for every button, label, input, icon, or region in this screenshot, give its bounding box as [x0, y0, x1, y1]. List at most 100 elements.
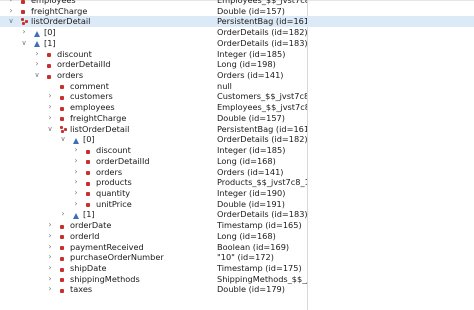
- variable-value: Orders (id=141): [217, 70, 284, 81]
- chevron-down-icon[interactable]: ∨: [59, 134, 67, 145]
- tree-row[interactable]: comment null: [0, 81, 474, 92]
- chevron-right-icon[interactable]: ›: [72, 167, 80, 178]
- chevron-right-icon[interactable]: ›: [20, 27, 28, 38]
- tree-row[interactable]: › purchaseOrderNumber "10" (id=172): [0, 252, 474, 263]
- variable-value: OrderDetails (id=182): [217, 27, 307, 38]
- field-icon: [86, 203, 90, 208]
- variable-name: shipDate: [70, 263, 107, 273]
- tree-row[interactable]: › discount Integer (id=185): [0, 49, 474, 60]
- tree-row[interactable]: › orderDate Timestamp (id=165): [0, 220, 474, 231]
- variable-value: Customers_$$_jvst7c8_3: [217, 91, 307, 102]
- collection-dot: [61, 129, 64, 133]
- collection-dot: [22, 22, 25, 26]
- tree-row[interactable]: ∨ [1] OrderDetails (id=183): [0, 38, 474, 49]
- tree-row[interactable]: › orders Orders (id=141): [0, 167, 474, 178]
- chevron-down-icon[interactable]: ∨: [20, 38, 28, 49]
- variable-value: Products_$$_jvst7c8_1 (id: [217, 177, 307, 188]
- chevron-right-icon[interactable]: ›: [72, 188, 80, 199]
- tree-row[interactable]: › shippingMethods ShippingMethods_$$_jvst.…: [0, 274, 474, 285]
- chevron-right-icon[interactable]: ›: [46, 274, 54, 285]
- chevron-right-icon[interactable]: ›: [46, 284, 54, 295]
- tree-row[interactable]: › taxes Double (id=179): [0, 284, 474, 295]
- tree-row[interactable]: › products Products_$$_jvst7c8_1 (id: [0, 177, 474, 188]
- chevron-right-icon[interactable]: ›: [72, 199, 80, 210]
- chevron-right-icon[interactable]: ›: [46, 263, 54, 274]
- field-icon: [60, 95, 64, 100]
- field-icon: [60, 85, 64, 90]
- tree-row[interactable]: › [0] OrderDetails (id=182): [0, 27, 474, 38]
- chevron-right-icon[interactable]: ›: [59, 209, 67, 220]
- field-icon: [60, 246, 64, 251]
- tree-row[interactable]: › [1] OrderDetails (id=183): [0, 209, 474, 220]
- chevron-right-icon[interactable]: ›: [72, 177, 80, 188]
- chevron-right-icon[interactable]: ›: [46, 91, 54, 102]
- chevron-right-icon[interactable]: ›: [46, 220, 54, 231]
- chevron-right-icon[interactable]: ›: [46, 102, 54, 113]
- variable-name: discount: [96, 145, 131, 156]
- field-icon: [60, 235, 64, 240]
- tree-row[interactable]: › paymentReceived Boolean (id=169): [0, 242, 474, 253]
- variable-value: "10" (id=172): [217, 252, 274, 263]
- tree-row[interactable]: ∨ orders Orders (id=141): [0, 70, 474, 81]
- variable-name: orderDate: [70, 220, 112, 231]
- chevron-right-icon[interactable]: ›: [33, 49, 41, 60]
- variable-value: Integer (id=185): [217, 145, 286, 156]
- array-element-icon: [73, 137, 79, 144]
- variable-name: purchaseOrderNumber: [70, 252, 164, 263]
- array-element-icon: [73, 212, 79, 219]
- variable-name: freightCharge: [31, 5, 88, 16]
- tree-row[interactable]: ∨ [0] OrderDetails (id=182): [0, 134, 474, 145]
- variable-name: employees: [70, 102, 115, 113]
- variable-value: null: [217, 80, 232, 91]
- variable-name: freightCharge: [70, 112, 127, 123]
- field-icon: [86, 181, 90, 186]
- field-icon: [60, 106, 64, 111]
- variable-name: orders: [96, 166, 123, 177]
- collection-field-icon: [60, 125, 68, 133]
- chevron-right-icon[interactable]: ›: [33, 59, 41, 70]
- variable-name: [1]: [44, 37, 56, 48]
- variable-value: Long (id=168): [217, 155, 276, 166]
- chevron-right-icon[interactable]: ›: [72, 145, 80, 156]
- chevron-right-icon[interactable]: ›: [46, 242, 54, 253]
- tree-row[interactable]: › employees Employees_$$_jvst7c8_5: [0, 102, 474, 113]
- variable-name: comment: [70, 80, 109, 91]
- tree-row[interactable]: › shipDate Timestamp (id=175): [0, 263, 474, 274]
- chevron-down-icon[interactable]: ∨: [7, 16, 15, 27]
- field-icon: [86, 160, 90, 165]
- chevron-right-icon[interactable]: ›: [46, 252, 54, 263]
- tree-row[interactable]: › customers Customers_$$_jvst7c8_3: [0, 91, 474, 102]
- variable-name: discount: [57, 48, 92, 59]
- tree-row[interactable]: › orderId Long (id=168): [0, 231, 474, 242]
- chevron-down-icon[interactable]: ∨: [46, 124, 54, 135]
- tree-row[interactable]: › quantity Integer (id=190): [0, 188, 474, 199]
- tree-row[interactable]: ∨ listOrderDetail PersistentBag (id=161): [0, 16, 474, 28]
- variable-value: ShippingMethods_$$_jvst...: [217, 273, 307, 284]
- field-icon: [21, 0, 25, 4]
- tree-row[interactable]: ∨ listOrderDetail PersistentBag (id=161): [0, 124, 474, 135]
- variable-value: OrderDetails (id=183): [217, 209, 307, 220]
- tree-row[interactable]: › unitPrice Double (id=191): [0, 199, 474, 210]
- chevron-right-icon[interactable]: ›: [7, 6, 15, 17]
- variable-value: Double (id=191): [217, 198, 285, 209]
- variable-value: Integer (id=190): [217, 187, 286, 198]
- tree-row[interactable]: › orderDetailId Long (id=168): [0, 156, 474, 167]
- chevron-down-icon[interactable]: ∨: [33, 70, 41, 81]
- variable-name: unitPrice: [96, 198, 132, 209]
- tree-row[interactable]: › discount Integer (id=185): [0, 145, 474, 156]
- field-icon: [47, 63, 51, 68]
- variable-name: [0]: [44, 27, 56, 38]
- chevron-right-icon[interactable]: ›: [72, 156, 80, 167]
- chevron-right-icon[interactable]: ›: [46, 231, 54, 242]
- tree-row[interactable]: › freightCharge Double (id=157): [0, 6, 474, 17]
- variable-value: Double (id=179): [217, 284, 285, 295]
- tree-row[interactable]: › orderDetailId Long (id=198): [0, 59, 474, 70]
- collection-dot: [25, 20, 28, 24]
- field-icon: [86, 171, 90, 176]
- array-element-icon: [34, 41, 40, 48]
- variable-name: listOrderDetail: [31, 16, 91, 27]
- variable-name: [0]: [83, 134, 95, 145]
- variable-name: customers: [70, 91, 113, 102]
- tree-row[interactable]: › freightCharge Double (id=157): [0, 113, 474, 124]
- chevron-right-icon[interactable]: ›: [46, 113, 54, 124]
